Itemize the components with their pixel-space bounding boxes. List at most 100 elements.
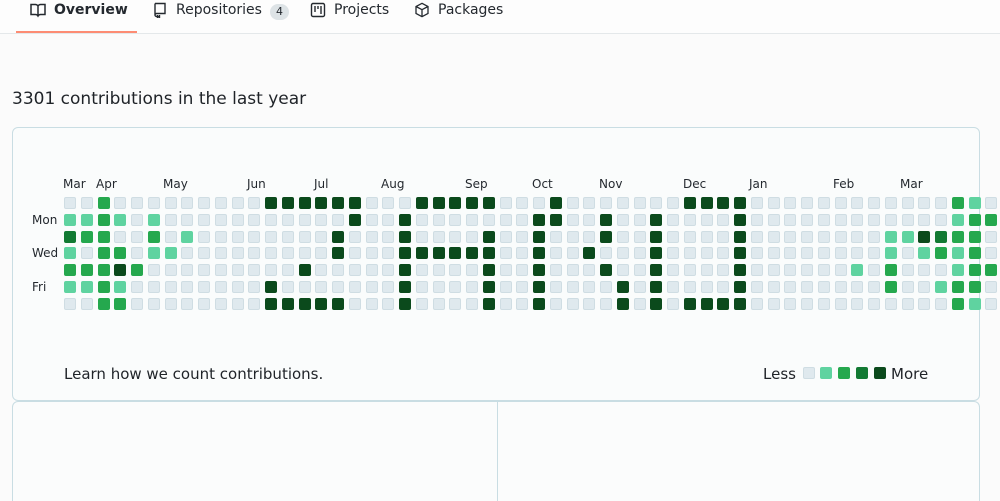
contribution-day-cell[interactable] — [298, 297, 311, 310]
contribution-day-cell[interactable] — [851, 297, 864, 310]
contribution-day-cell[interactable] — [600, 264, 612, 276]
contribution-day-cell[interactable] — [198, 197, 210, 209]
contribution-day-cell[interactable] — [248, 197, 261, 209]
contribution-day-cell[interactable] — [114, 230, 127, 243]
contribution-day-cell[interactable] — [231, 197, 244, 209]
contribution-day-cell[interactable] — [901, 230, 914, 243]
contribution-day-cell[interactable] — [164, 213, 177, 226]
contribution-day-cell[interactable] — [382, 230, 395, 243]
contribution-day-cell[interactable] — [147, 230, 160, 243]
contribution-day-cell[interactable] — [549, 247, 562, 260]
contribution-day-cell[interactable] — [566, 247, 579, 260]
contribution-day-cell[interactable] — [817, 264, 830, 276]
contribution-day-cell[interactable] — [717, 213, 730, 226]
contribution-day-cell[interactable] — [901, 297, 914, 310]
contribution-day-cell[interactable] — [114, 264, 127, 276]
contribution-day-cell[interactable] — [147, 280, 160, 293]
contribution-day-cell[interactable] — [97, 247, 110, 260]
contribution-day-cell[interactable] — [499, 197, 512, 209]
contribution-day-cell[interactable] — [549, 213, 562, 226]
contribution-day-cell[interactable] — [734, 230, 746, 243]
contribution-day-cell[interactable] — [231, 247, 244, 260]
contribution-day-cell[interactable] — [717, 280, 730, 293]
contribution-day-cell[interactable] — [80, 280, 93, 293]
contribution-day-cell[interactable] — [700, 230, 713, 243]
contribution-day-cell[interactable] — [281, 297, 294, 310]
contribution-day-cell[interactable] — [482, 230, 495, 243]
contribution-day-cell[interactable] — [901, 247, 914, 260]
contribution-day-cell[interactable] — [64, 264, 76, 276]
contribution-day-cell[interactable] — [583, 297, 596, 310]
contribution-day-cell[interactable] — [399, 297, 411, 310]
contribution-day-cell[interactable] — [784, 197, 797, 209]
contribution-day-cell[interactable] — [315, 280, 328, 293]
contribution-day-cell[interactable] — [466, 297, 478, 310]
contribution-day-cell[interactable] — [750, 230, 763, 243]
contribution-day-cell[interactable] — [432, 264, 445, 276]
contribution-day-cell[interactable] — [700, 264, 713, 276]
contribution-day-cell[interactable] — [332, 280, 344, 293]
contribution-day-cell[interactable] — [968, 297, 981, 310]
contribution-day-cell[interactable] — [650, 280, 663, 293]
contribution-day-cell[interactable] — [717, 297, 730, 310]
contribution-day-cell[interactable] — [667, 297, 679, 310]
contribution-day-cell[interactable] — [365, 197, 378, 209]
contribution-day-cell[interactable] — [935, 213, 947, 226]
contribution-day-cell[interactable] — [248, 264, 261, 276]
contribution-day-cell[interactable] — [315, 230, 328, 243]
contribution-day-cell[interactable] — [667, 280, 679, 293]
contribution-day-cell[interactable] — [198, 247, 210, 260]
contribution-day-cell[interactable] — [332, 197, 344, 209]
contribution-day-cell[interactable] — [482, 280, 495, 293]
contribution-day-cell[interactable] — [198, 264, 210, 276]
contribution-day-cell[interactable] — [801, 297, 813, 310]
contribution-day-cell[interactable] — [968, 230, 981, 243]
contribution-day-cell[interactable] — [432, 280, 445, 293]
contribution-day-cell[interactable] — [298, 230, 311, 243]
tab-projects[interactable]: Projects — [310, 0, 389, 33]
contribution-day-cell[interactable] — [868, 264, 880, 276]
contribution-day-cell[interactable] — [265, 230, 277, 243]
contribution-day-cell[interactable] — [499, 247, 512, 260]
contribution-day-cell[interactable] — [951, 230, 964, 243]
contribution-day-cell[interactable] — [717, 264, 730, 276]
contribution-day-cell[interactable] — [884, 197, 897, 209]
contribution-day-cell[interactable] — [549, 264, 562, 276]
contribution-day-cell[interactable] — [147, 197, 160, 209]
contribution-day-cell[interactable] — [516, 297, 529, 310]
contribution-day-cell[interactable] — [801, 280, 813, 293]
contribution-day-cell[interactable] — [516, 213, 529, 226]
contribution-day-cell[interactable] — [64, 280, 76, 293]
contribution-day-cell[interactable] — [784, 213, 797, 226]
contribution-day-cell[interactable] — [415, 230, 428, 243]
contribution-day-cell[interactable] — [884, 213, 897, 226]
contribution-day-cell[interactable] — [348, 297, 361, 310]
contribution-day-cell[interactable] — [432, 247, 445, 260]
contribution-day-cell[interactable] — [231, 230, 244, 243]
contribution-day-cell[interactable] — [382, 280, 395, 293]
contribution-day-cell[interactable] — [918, 230, 931, 243]
contribution-day-cell[interactable] — [315, 247, 328, 260]
contribution-day-cell[interactable] — [600, 247, 612, 260]
contribution-day-cell[interactable] — [583, 247, 596, 260]
contribution-day-cell[interactable] — [164, 247, 177, 260]
contribution-day-cell[interactable] — [147, 297, 160, 310]
contribution-day-cell[interactable] — [399, 230, 411, 243]
contribution-day-cell[interactable] — [298, 197, 311, 209]
contribution-day-cell[interactable] — [868, 213, 880, 226]
contribution-day-cell[interactable] — [80, 297, 93, 310]
contribution-day-cell[interactable] — [935, 230, 947, 243]
contribution-day-cell[interactable] — [516, 197, 529, 209]
contribution-day-cell[interactable] — [951, 247, 964, 260]
contribution-day-cell[interactable] — [801, 197, 813, 209]
contribution-day-cell[interactable] — [131, 230, 143, 243]
tab-overview[interactable]: Overview — [16, 0, 137, 33]
contribution-day-cell[interactable] — [181, 230, 194, 243]
contribution-day-cell[interactable] — [365, 297, 378, 310]
contribution-day-cell[interactable] — [348, 247, 361, 260]
contribution-day-cell[interactable] — [834, 297, 847, 310]
contribution-day-cell[interactable] — [482, 197, 495, 209]
contribution-day-cell[interactable] — [181, 197, 194, 209]
contribution-day-cell[interactable] — [683, 230, 696, 243]
contribution-day-cell[interactable] — [566, 297, 579, 310]
